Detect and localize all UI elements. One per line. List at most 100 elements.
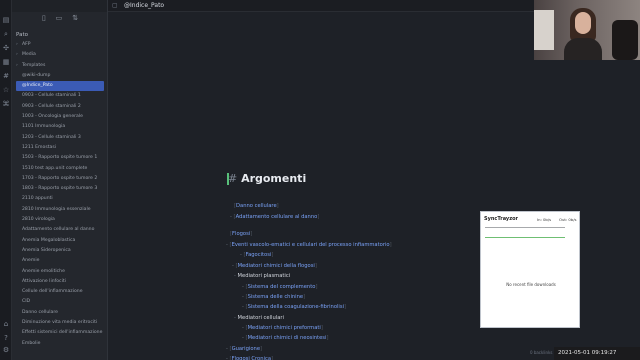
wikilink-line[interactable]: - [Adattamento cellulare al danno] [230, 214, 319, 220]
graph-view-icon[interactable]: ✣ [2, 44, 10, 52]
file-item[interactable]: 0903 - Cellule staminali 2 [12, 102, 108, 112]
file-item[interactable]: @Indice_Pato [16, 81, 104, 92]
daily-note-icon[interactable]: ▦ [2, 58, 10, 66]
file-item[interactable]: 2810 Immunologia essenziale [12, 205, 108, 215]
link-bracket: ] [271, 252, 274, 258]
file-item[interactable]: Embolie [12, 339, 108, 349]
wikilink[interactable]: Mediatori chimici di neosintesi [248, 335, 327, 341]
file-item[interactable]: Anemie emolitiche [12, 267, 108, 277]
file-item-label: 2110 appunti [22, 196, 53, 202]
file-item[interactable]: Anemie [12, 256, 108, 266]
wikilink[interactable]: Danno cellulare [236, 203, 277, 209]
file-item[interactable]: Diminuzione vita media eritrociti [12, 318, 108, 328]
sort-icon[interactable]: ⇅ [72, 14, 78, 26]
wikilink[interactable]: Mediatori chimici preformati [248, 325, 321, 331]
file-item[interactable]: Anemia Sideropenica [12, 246, 108, 256]
search-icon[interactable]: ⌕ [2, 30, 10, 38]
file-item[interactable]: 1503 - Rapporto ospite tumore 1 [12, 153, 108, 163]
file-item[interactable]: Adattamento cellulare al danno [12, 225, 108, 235]
file-item[interactable]: 1211 Emostasi [12, 143, 108, 153]
wikilink-line[interactable]: - [Mediatori chimici della flogosi] [232, 263, 317, 269]
wikilink-line[interactable]: - [Eventi vascolo-ematici e cellulari de… [226, 242, 392, 248]
wikilink-line[interactable]: - [Flogosi Cronica] [226, 356, 273, 360]
wikilink[interactable]: Mediatori chimici della flogosi [238, 263, 315, 269]
file-item[interactable]: 2110 appunti [12, 194, 108, 204]
file-item[interactable]: 1203 - Cellule staminali 3 [12, 133, 108, 143]
list-bullet: - [232, 263, 234, 269]
taskbar-clock[interactable]: 2021-05-01 09:19:27 [554, 347, 640, 360]
wikilink[interactable]: Guarigione [232, 346, 260, 352]
command-palette-icon[interactable]: ⌘ [2, 100, 10, 108]
wikilink[interactable]: Flogosi [232, 231, 250, 237]
file-item-label: Effetti sistemici dell'infiammazione [22, 330, 103, 336]
wikilink-line[interactable]: - [Sistema della coagulazione-fibrinolis… [242, 304, 346, 310]
left-ribbon: ▤ ⌕ ✣ ▦ # ☆ ⌘ ⌂ ? ⚙ [0, 0, 12, 360]
file-item[interactable]: Effetti sistemici dell'infiammazione [12, 328, 108, 338]
vault-name[interactable]: Pato [16, 32, 28, 38]
wikilink-line[interactable]: [Flogosi] [230, 231, 252, 237]
file-item[interactable]: 1101 Immunologia [12, 122, 108, 132]
settings-gear-icon[interactable]: ⚙ [2, 346, 10, 354]
file-item-label: 1510 test app.unit complete [22, 165, 88, 171]
heading-argomenti[interactable]: # Argomenti [228, 172, 306, 185]
wikilink[interactable]: Eventi vascolo-ematici e cellulari del p… [232, 242, 390, 248]
wikilink-line[interactable]: - [Mediatori chimici di neosintesi] [242, 335, 328, 341]
tab-title[interactable]: @Indice_Pato [124, 2, 164, 9]
file-item-label: Templates [22, 62, 46, 68]
folder-item[interactable]: › Media [12, 50, 108, 60]
wikilink[interactable]: Sistema della coagulazione-fibrinolisi [248, 304, 344, 310]
new-note-icon[interactable]: ▯ [42, 14, 46, 26]
wikilink[interactable]: Sistema delle chinine [248, 294, 304, 300]
new-folder-icon[interactable]: ▭ [56, 14, 63, 26]
link-bracket: ] [326, 335, 329, 341]
file-item-label: Cellule dell'infiammazione [22, 289, 83, 295]
wikilink-line[interactable]: - [Mediatori chimici preformati] [242, 325, 323, 331]
link-bracket: ] [260, 346, 263, 352]
file-item-label: Media [22, 52, 36, 58]
file-item-label: CID [22, 299, 31, 305]
folder-item[interactable]: › AFP [12, 40, 108, 50]
outline-line[interactable]: - Mediatori cellulari [234, 315, 284, 321]
file-explorer-icon[interactable]: ▤ [2, 16, 10, 24]
wikilink[interactable]: Sistema del complemento [248, 284, 316, 290]
sidebar-header [12, 0, 107, 12]
file-item[interactable]: Danno cellulare [12, 308, 108, 318]
vault-icon[interactable]: ⌂ [2, 320, 10, 328]
wikilink-line[interactable]: - [Guarigione] [226, 346, 262, 352]
popup-empty-message: No recent file downloads [506, 282, 556, 287]
wikilink-line[interactable]: [Danno cellulare] [234, 203, 279, 209]
file-item[interactable]: 0903 - Cellule staminali 1 [12, 91, 108, 101]
file-item[interactable]: CID [12, 297, 108, 307]
file-item[interactable]: 1510 test app.unit complete [12, 164, 108, 174]
link-bracket: ] [389, 242, 392, 248]
file-item[interactable]: 1703 - Rapporto ospite tumore 2 [12, 174, 108, 184]
file-item[interactable]: Cellule dell'infiammazione [12, 287, 108, 297]
file-item[interactable]: Anemia Megaloblastica [12, 236, 108, 246]
synctrayzor-popup[interactable]: SyncTrayzor In: 0b/s Out: 0b/s No recent… [480, 211, 580, 328]
wikilink[interactable]: Flogosi Cronica [232, 356, 271, 360]
folder-item[interactable]: › Templates [12, 61, 108, 71]
help-icon[interactable]: ? [2, 334, 10, 342]
outline-line[interactable]: - Mediatori plasmatici [234, 273, 290, 279]
file-tree: › AFP › Media › Templates @wiki-dump @Indice_Pa… [12, 40, 108, 349]
wikilink-line[interactable]: - [Fagocitosi] [240, 252, 273, 258]
wikilink-line[interactable]: - [Sistema del complemento] [242, 284, 317, 290]
link-bracket: ] [344, 304, 347, 310]
list-bullet: - [234, 273, 236, 279]
wikilink[interactable]: Adattamento cellulare al danno [236, 214, 318, 220]
wikilink-line[interactable]: - [Sistema delle chinine] [242, 294, 305, 300]
outgoing-rate: Out: 0b/s [559, 217, 577, 222]
file-item[interactable]: 1003 - Oncologia generale [12, 112, 108, 122]
file-item[interactable]: Attivazione linfociti [12, 277, 108, 287]
file-item-label: 1003 - Oncologia generale [22, 114, 83, 120]
tag-icon[interactable]: # [2, 72, 10, 80]
file-item[interactable]: 2810 virologia [12, 215, 108, 225]
file-item[interactable]: @wiki-dump [12, 71, 108, 81]
file-item-label: Attivazione linfociti [22, 278, 66, 284]
backlinks-status[interactable]: 0 backlinks [530, 350, 552, 355]
webcam-person-body [564, 38, 602, 60]
file-item[interactable]: 1803 - Rapporto ospite tumore 3 [12, 184, 108, 194]
starred-icon[interactable]: ☆ [2, 86, 10, 94]
wikilink[interactable]: Fagocitosi [246, 252, 272, 258]
list-bullet: - [242, 325, 244, 331]
